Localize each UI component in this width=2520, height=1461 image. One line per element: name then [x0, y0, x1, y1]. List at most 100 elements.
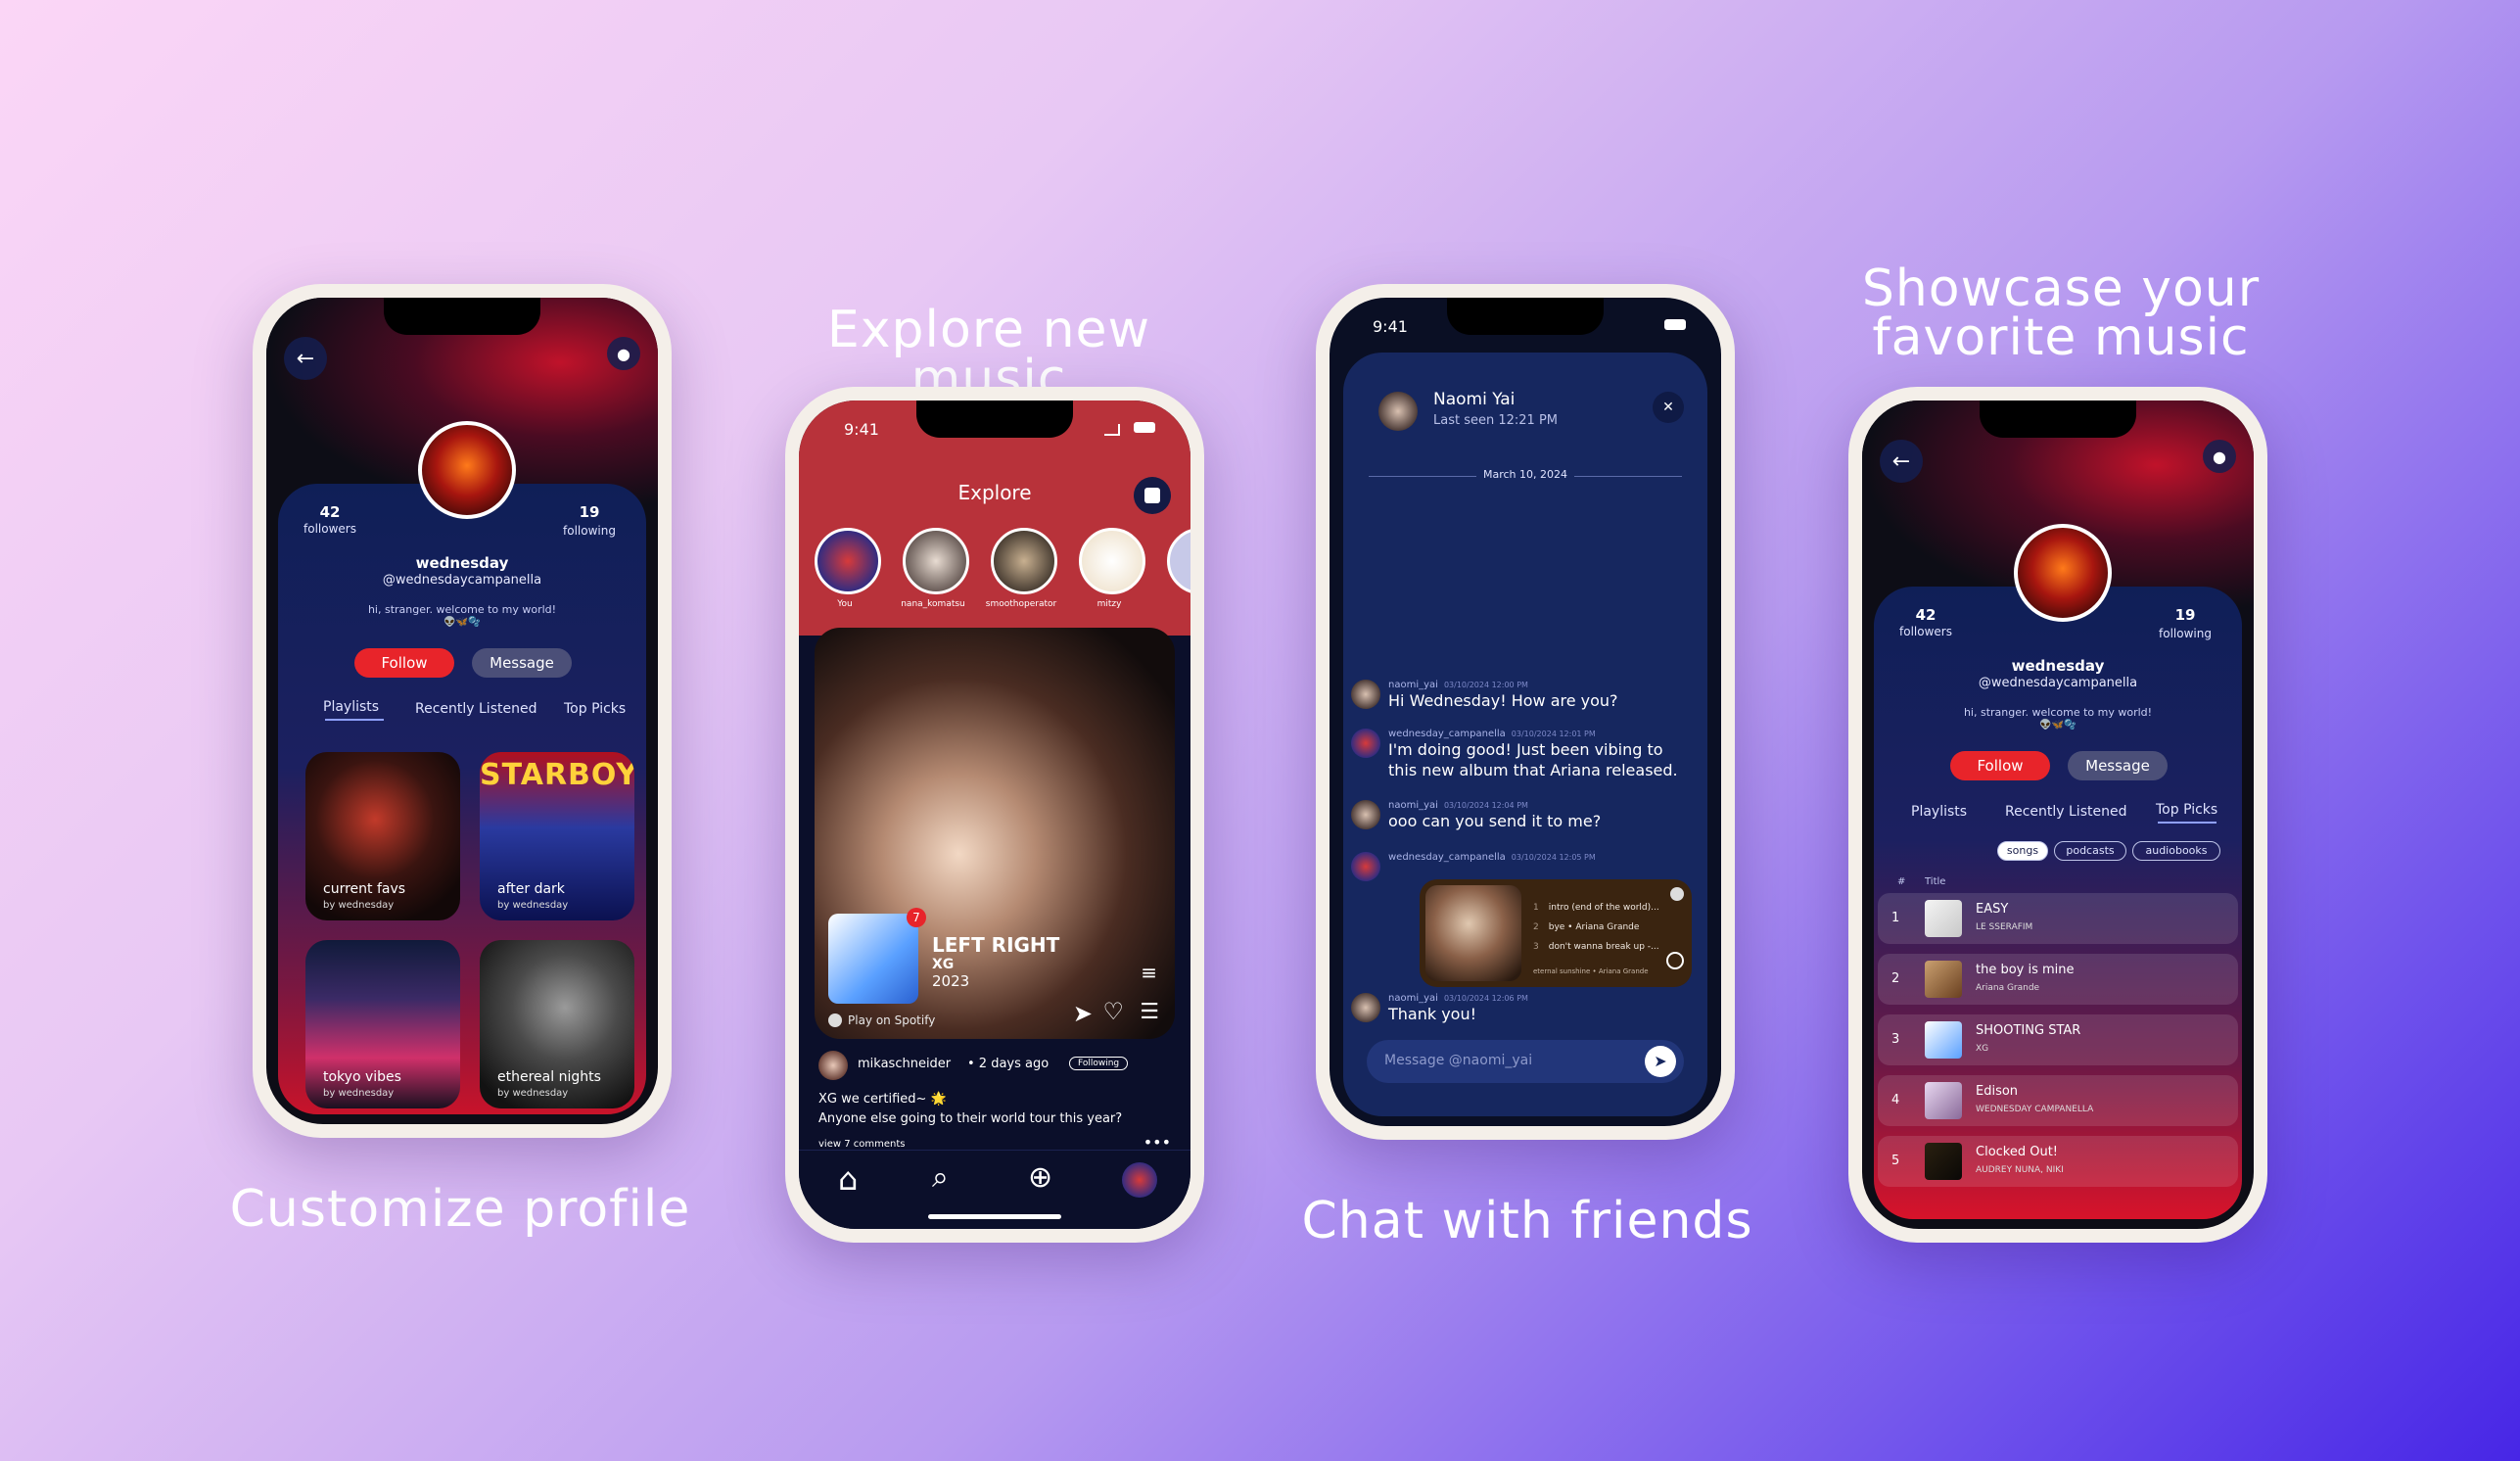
track-artist: LE SSERAFIM [1976, 922, 2033, 932]
message-text: I'm doing good! Just been vibing to this… [1388, 740, 1678, 779]
tab-playlists[interactable]: Playlists [323, 699, 379, 715]
message-avatar [1351, 729, 1380, 758]
album-track-3[interactable]: 3 don't wanna break up -... [1533, 942, 1659, 952]
add-icon[interactable]: ⊕ [1028, 1160, 1052, 1195]
track-row[interactable]: 4 Edison WEDNESDAY CAMPANELLA [1878, 1075, 2238, 1126]
playlist-title: after dark [497, 881, 565, 897]
heart-icon[interactable]: ♡ [1102, 998, 1124, 1025]
message-button[interactable]: Message [2068, 751, 2168, 780]
tab-top-picks[interactable]: Top Picks [2156, 802, 2217, 818]
track-art [1925, 900, 1962, 937]
follow-button[interactable]: Follow [354, 648, 454, 678]
message-avatar [1351, 852, 1380, 881]
status-icons [1104, 422, 1155, 436]
play-on-spotify-link[interactable]: Play on Spotify [848, 1013, 935, 1027]
send-button[interactable]: ➤ [1645, 1046, 1676, 1077]
new-post-button[interactable] [1134, 477, 1171, 514]
message-avatar [1351, 993, 1380, 1022]
track-number: 4 [1891, 1093, 1900, 1108]
track-title: EASY [1976, 902, 2009, 917]
follow-button[interactable]: Follow [1950, 751, 2050, 780]
share-icon[interactable]: ➤ [1073, 1000, 1093, 1027]
track-number: 2 [1891, 971, 1900, 986]
playlist-tile[interactable]: ethereal nights by wednesday [480, 940, 634, 1108]
following-count: 19 [579, 503, 600, 521]
followers-count: 42 [319, 503, 341, 521]
view-comments-link[interactable]: view 7 comments [818, 1139, 905, 1150]
story-avatar[interactable] [1079, 528, 1145, 594]
following-label: following [2159, 627, 2212, 640]
showcase-screen: ← ● 42 followers 19 following wednesday … [1862, 401, 2254, 1229]
back-button[interactable]: ← [1880, 440, 1923, 483]
message-text: ooo can you send it to me? [1388, 812, 1602, 830]
tab-recently-listened[interactable]: Recently Listened [2005, 804, 2126, 820]
shared-album-card[interactable]: 1 intro (end of the world)... 2 bye • Aria… [1420, 879, 1692, 987]
caption-showcase-line1: Showcase your [1861, 259, 2261, 318]
message-button[interactable]: Message [472, 648, 572, 678]
track-art [1925, 1021, 1962, 1059]
post-author-avatar[interactable] [818, 1051, 848, 1080]
add-to-playlist-icon[interactable]: ☰ [1140, 1000, 1159, 1024]
caption-customize-profile: Customize profile [229, 1180, 691, 1239]
post-card[interactable]: 7 LEFT RIGHT XG 2023 Play on Spotify ≡ ➤… [815, 628, 1175, 1039]
following-count: 19 [2174, 606, 2196, 624]
notch [1447, 298, 1604, 335]
album-track-1[interactable]: 1 intro (end of the world)... [1533, 903, 1659, 913]
message-user: naomi_yai [1388, 680, 1438, 690]
chat-bubble-button[interactable]: ● [2203, 440, 2236, 473]
followers-label: followers [303, 522, 356, 536]
story-avatar[interactable] [815, 528, 881, 594]
story-label: You [837, 599, 853, 609]
track-number: 1 [1891, 911, 1900, 925]
play-icon[interactable] [1666, 952, 1684, 969]
tab-top-picks[interactable]: Top Picks [564, 701, 626, 717]
following-badge[interactable]: Following [1069, 1057, 1129, 1070]
notification-badge: 7 [907, 908, 926, 927]
contact-name: Naomi Yai [1433, 390, 1516, 409]
album-art[interactable] [828, 914, 918, 1004]
date-divider: March 10, 2024 [1476, 468, 1574, 481]
page-title: Explore [957, 481, 1032, 504]
chip-audiobooks[interactable]: audiobooks [2132, 841, 2220, 861]
track-row[interactable]: 1 EASY LE SSERAFIM [1878, 893, 2238, 944]
edit-icon [1144, 488, 1160, 503]
playlist-tile[interactable]: current favs by wednesday [305, 752, 460, 920]
chat-screen: 9:41 Naomi Yai Last seen 12:21 PM ✕ Marc… [1330, 298, 1721, 1126]
playlist-tile[interactable]: tokyo vibes by wednesday [305, 940, 460, 1108]
track-artist: WEDNESDAY CAMPANELLA [1976, 1105, 2094, 1114]
profile-avatar-icon[interactable] [1122, 1162, 1157, 1198]
chip-podcasts[interactable]: podcasts [2054, 841, 2126, 861]
close-button[interactable]: ✕ [1653, 392, 1684, 423]
message-user: naomi_yai [1388, 993, 1438, 1004]
chat-bubble-button[interactable]: ● [607, 337, 640, 370]
home-indicator [928, 1214, 1061, 1219]
profile-name: wednesday [2011, 657, 2105, 675]
tab-playlists[interactable]: Playlists [1911, 804, 1967, 820]
message-user: naomi_yai [1388, 800, 1438, 811]
home-icon[interactable]: ⌂ [838, 1160, 858, 1198]
chat-message: wednesday_campanella 03/10/2024 12:01 PM … [1351, 729, 1682, 780]
track-row[interactable]: 5 Clocked Out! AUDREY NUNA, NIKI [1878, 1136, 2238, 1187]
followers-count: 42 [1915, 606, 1937, 624]
album-track-2[interactable]: 2 bye • Ariana Grande [1533, 922, 1639, 932]
story-avatar[interactable] [903, 528, 969, 594]
track-row[interactable]: 2 the boy is mine Ariana Grande [1878, 954, 2238, 1005]
message-input[interactable]: Message @naomi_yai ➤ [1367, 1040, 1684, 1083]
profile-bio: hi, stranger. welcome to my world! [367, 603, 557, 616]
chip-songs[interactable]: songs [1997, 841, 2048, 861]
track-artist: XG [932, 957, 955, 972]
playlist-art-text: STARBOY [480, 758, 634, 792]
story-avatar[interactable] [991, 528, 1057, 594]
search-icon[interactable]: ⌕ [932, 1160, 949, 1195]
back-button[interactable]: ← [284, 337, 327, 380]
tab-recently-listened[interactable]: Recently Listened [415, 701, 537, 717]
contact-avatar[interactable] [1378, 392, 1418, 431]
story-label: mitzy [1097, 599, 1122, 609]
track-artist: Ariana Grande [1976, 983, 2040, 993]
track-row[interactable]: 3 SHOOTING STAR XG [1878, 1014, 2238, 1065]
playlist-tile[interactable]: STARBOY after dark by wednesday [480, 752, 634, 920]
playlist-by: by wednesday [323, 900, 395, 911]
playlist-title: ethereal nights [497, 1069, 601, 1085]
post-author[interactable]: mikaschneider [858, 1057, 951, 1071]
waveform-icon: ≡ [1141, 961, 1157, 984]
